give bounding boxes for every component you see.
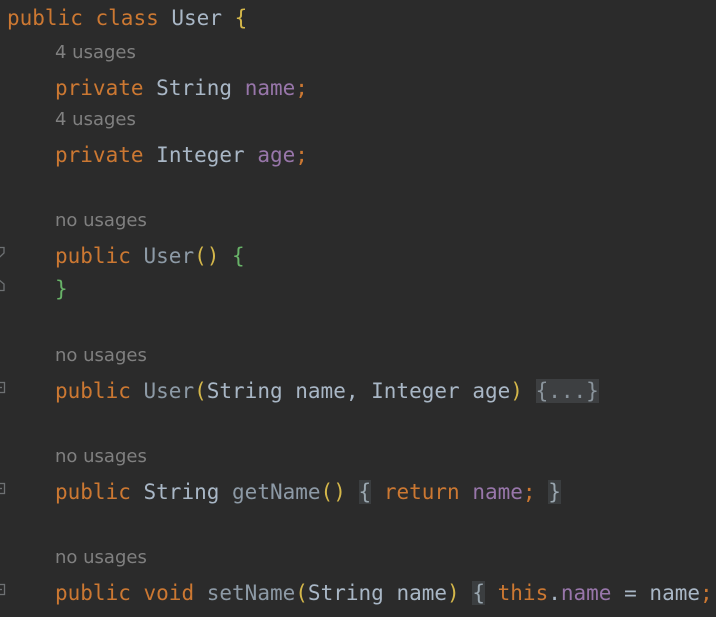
usages-hint-name[interactable]: 4 usages xyxy=(0,39,136,67)
code-line-constructor-open[interactable]: public User() { xyxy=(0,240,245,273)
constructor-open-brace: { xyxy=(232,244,245,268)
dot-operator: . xyxy=(548,581,561,605)
open-paren: ( xyxy=(295,581,308,605)
highlighted-close-brace: } xyxy=(548,480,561,504)
code-line-getname[interactable]: public String getName() { return name; } xyxy=(0,476,561,509)
keyword-public: public xyxy=(55,581,131,605)
param-type-string: String xyxy=(206,379,283,403)
param-type-string: String xyxy=(307,581,384,605)
keyword-void: void xyxy=(143,581,195,605)
param-name: name xyxy=(396,581,448,605)
keyword-private: private xyxy=(55,143,144,167)
usages-hint-setname[interactable]: no usages xyxy=(0,544,147,572)
comma: , xyxy=(345,379,372,403)
highlighted-open-brace: { xyxy=(358,480,372,504)
highlighted-open-brace: { xyxy=(472,581,485,605)
usages-hint-age[interactable]: 4 usages xyxy=(0,106,136,134)
constructor-name-user: User xyxy=(143,244,195,268)
keyword-public: public xyxy=(55,244,131,268)
keyword-public: public xyxy=(55,480,131,504)
code-line-class-decl[interactable]: public class User { xyxy=(0,2,247,35)
constructor-name-user: User xyxy=(143,379,195,403)
code-line-constructor-close[interactable]: } xyxy=(0,273,68,306)
open-paren: ( xyxy=(194,379,207,403)
field-reference-name: name xyxy=(472,480,523,504)
param-reference-name: name xyxy=(649,581,700,605)
method-name-setname: setName xyxy=(206,581,296,605)
assignment-operator: = xyxy=(624,581,637,605)
code-line-constructor-args[interactable]: public User(String name, Integer age) {.… xyxy=(0,375,599,408)
field-reference-name: name xyxy=(560,581,612,605)
keyword-this: this xyxy=(497,581,549,605)
method-parens: () xyxy=(320,480,346,504)
param-name: name xyxy=(295,379,346,403)
semicolon: ; xyxy=(295,143,308,167)
keyword-return: return xyxy=(383,480,460,504)
keyword-public: public xyxy=(7,6,83,30)
close-paren: ) xyxy=(510,379,523,403)
code-line-field-name[interactable]: private String name; xyxy=(0,72,308,105)
method-name-getname: getName xyxy=(232,480,321,504)
constructor-parens: () xyxy=(194,244,220,268)
semicolon: ; xyxy=(295,76,308,100)
usages-hint-getname[interactable]: no usages xyxy=(0,443,147,471)
param-type-integer: Integer xyxy=(371,379,460,403)
field-name: name xyxy=(244,76,296,100)
class-open-brace: { xyxy=(234,6,248,30)
keyword-private: private xyxy=(55,76,144,100)
semicolon: ; xyxy=(522,480,536,504)
usages-hint-constructor2[interactable]: no usages xyxy=(0,342,147,370)
close-paren: ) xyxy=(447,581,460,605)
return-type-string: String xyxy=(143,480,220,504)
code-line-field-age[interactable]: private Integer age; xyxy=(0,139,308,172)
param-age: age xyxy=(472,379,511,403)
code-line-setname[interactable]: public void setName(String name) { this.… xyxy=(0,577,716,610)
class-name-user: User xyxy=(171,6,222,30)
code-editor[interactable]: public class User { 4 usages private Str… xyxy=(0,0,716,617)
type-string: String xyxy=(156,76,233,100)
collapsed-fold-placeholder[interactable]: {...} xyxy=(535,379,599,403)
type-integer: Integer xyxy=(156,143,245,167)
keyword-public: public xyxy=(55,379,131,403)
field-age: age xyxy=(257,143,296,167)
constructor-close-brace: } xyxy=(55,277,68,301)
keyword-class: class xyxy=(95,6,159,30)
semicolon: ; xyxy=(700,581,713,605)
usages-hint-constructor[interactable]: no usages xyxy=(0,207,147,235)
